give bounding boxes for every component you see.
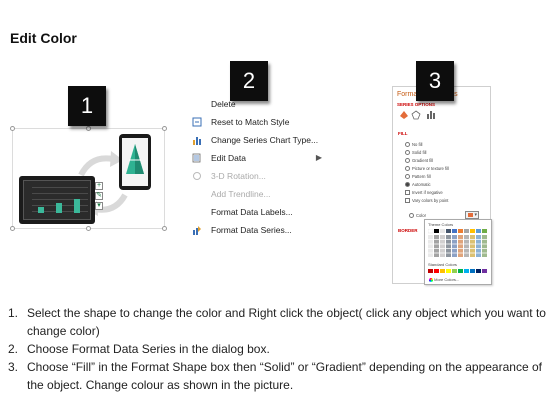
- step-badge-2: 2: [230, 61, 268, 101]
- pyramid-chart-icon: [126, 144, 144, 174]
- step-badge-3: 3: [416, 61, 454, 101]
- fill-option-picture[interactable]: Picture or texture fill: [405, 166, 449, 171]
- fill-option-solid[interactable]: Solid fill: [405, 150, 426, 155]
- instruction-step: 2. Choose Format Data Series in the dialo…: [8, 342, 270, 356]
- chart-bar[interactable]: [56, 203, 62, 213]
- fill-option-pattern[interactable]: Pattern fill: [405, 174, 431, 179]
- chart-styles-button[interactable]: ✎: [95, 192, 103, 200]
- menu-item-label: Format Data Series...: [211, 225, 292, 235]
- menu-item-add-trendline: Add Trendline...: [186, 185, 336, 203]
- fill-section-header[interactable]: FILL: [398, 131, 408, 136]
- invert-negative-checkbox[interactable]: Invert if negative: [405, 190, 443, 195]
- menu-item-reset-style[interactable]: Reset to Match Style: [186, 113, 336, 131]
- theme-colors-label: Theme Colors: [428, 222, 454, 227]
- color-picker-button[interactable]: ▾: [465, 211, 479, 219]
- chart-device-illustration[interactable]: + ✎ ▾: [10, 126, 167, 231]
- resize-handle[interactable]: [162, 226, 167, 231]
- chart-bar[interactable]: [38, 207, 44, 213]
- edit-data-icon: [192, 153, 201, 163]
- color-palette-popup: Theme Colors Standard Colors More Colors…: [424, 219, 492, 285]
- menu-item-label: Change Series Chart Type...: [211, 135, 319, 145]
- chart-filter-button[interactable]: ▾: [95, 202, 103, 210]
- phone-device: [119, 134, 151, 190]
- resize-handle[interactable]: [86, 126, 91, 131]
- resize-handle[interactable]: [10, 226, 15, 231]
- color-wheel-icon: [429, 277, 433, 282]
- rotation-icon: [193, 172, 201, 180]
- standard-colors-label: Standard Colors: [428, 262, 457, 267]
- chart-elements-button[interactable]: +: [95, 182, 103, 190]
- chart-bar[interactable]: [74, 199, 80, 213]
- series-options-tab-icon[interactable]: [427, 111, 435, 119]
- menu-item-edit-data[interactable]: Edit Data ▶: [186, 149, 336, 167]
- fill-option-no-fill[interactable]: No fill: [405, 142, 422, 147]
- instruction-step: 3. Choose “Fill” in the Format Shape box …: [8, 360, 542, 392]
- menu-item-label: 3-D Rotation...: [211, 171, 266, 181]
- effects-tab-icon[interactable]: [411, 110, 421, 120]
- monitor-device: [19, 176, 95, 224]
- standard-swatch-row[interactable]: [428, 269, 490, 274]
- chevron-down-icon: ▾: [474, 212, 477, 218]
- submenu-arrow-icon: ▶: [315, 153, 322, 162]
- format-series-icon: [193, 226, 201, 235]
- paint-bucket-icon: [468, 213, 473, 217]
- menu-item-format-data-labels[interactable]: Format Data Labels...: [186, 203, 336, 221]
- fill-option-gradient[interactable]: Gradient fill: [405, 158, 433, 163]
- instruction-step: 1. Select the shape to change the color a…: [8, 306, 546, 338]
- resize-handle[interactable]: [86, 226, 91, 231]
- resize-handle[interactable]: [10, 126, 15, 131]
- pane-tabs: [399, 110, 439, 121]
- menu-item-change-chart-type[interactable]: Change Series Chart Type...: [186, 131, 336, 149]
- menu-item-label: Format Data Labels...: [211, 207, 293, 217]
- context-menu: Delete Reset to Match Style Change Serie…: [186, 95, 336, 239]
- menu-item-format-data-series[interactable]: Format Data Series...: [186, 221, 336, 239]
- menu-item-label: Edit Data: [211, 153, 246, 163]
- reset-style-icon: [192, 117, 202, 127]
- series-options-dropdown[interactable]: SERIES OPTIONS: [397, 102, 435, 107]
- vary-colors-checkbox[interactable]: Vary colors by point: [405, 198, 448, 203]
- fill-line-tab-icon[interactable]: [400, 111, 408, 119]
- border-section-header[interactable]: BORDER: [398, 228, 418, 233]
- menu-item-label: Reset to Match Style: [211, 117, 290, 127]
- bar-chart[interactable]: [23, 180, 91, 220]
- theme-swatch-grid[interactable]: [428, 229, 490, 259]
- resize-handle[interactable]: [162, 126, 167, 131]
- step-badge-1: 1: [68, 86, 106, 126]
- page-title: Edit Color: [10, 30, 77, 46]
- menu-item-label: Add Trendline...: [211, 189, 271, 199]
- chart-type-icon: [193, 137, 201, 145]
- menu-item-3d-rotation: 3-D Rotation...: [186, 167, 336, 185]
- instruction-list: 1. Select the shape to change the color a…: [8, 304, 556, 394]
- more-colors-link[interactable]: More Colors...: [429, 277, 459, 282]
- fill-option-automatic[interactable]: Automatic: [405, 182, 431, 187]
- color-label: Color: [409, 213, 426, 218]
